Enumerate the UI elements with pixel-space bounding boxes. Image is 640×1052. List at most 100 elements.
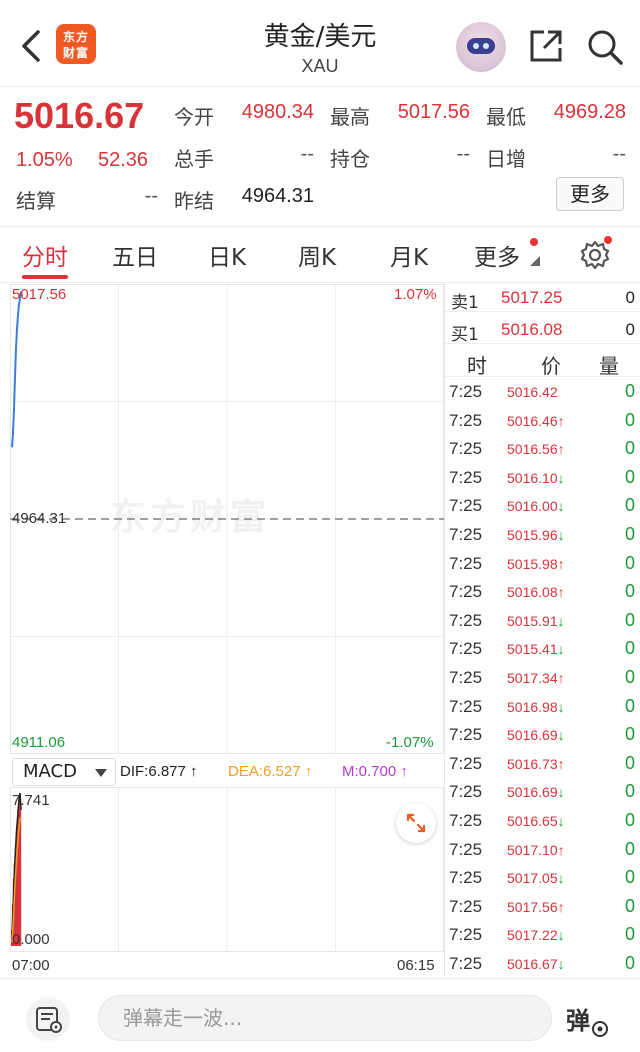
trade-row: 7:25 5017.56↑ 0	[445, 893, 640, 922]
quote-divider	[0, 226, 640, 227]
trade-volume: 0	[624, 495, 635, 516]
trade-row: 7:25 5015.98↑ 0	[445, 550, 640, 579]
trade-time: 7:25	[449, 696, 483, 716]
high-value: 5017.56	[397, 101, 470, 123]
ask-volume: 0	[625, 288, 635, 307]
trade-row: 7:25 5016.67↓ 0	[445, 950, 640, 979]
tab-daily-k[interactable]: 日K	[208, 238, 246, 272]
search-button[interactable]	[586, 28, 624, 66]
trade-time: 7:25	[449, 896, 483, 916]
trade-price: 5017.56↑	[507, 898, 565, 915]
active-tab-underline	[22, 275, 68, 279]
trade-price: 5016.67↓	[507, 956, 565, 972]
expand-chart-button[interactable]	[396, 803, 436, 843]
trade-volume: 0	[624, 638, 635, 659]
search-icon	[588, 30, 623, 65]
tab-weekly-k[interactable]: 周K	[298, 238, 336, 272]
trade-volume: 0	[624, 724, 635, 745]
trade-time: 7:25	[449, 553, 483, 573]
bid-row: 买1 5016.08 0	[445, 316, 640, 345]
robot-face	[467, 38, 495, 54]
trade-volume: 0	[624, 524, 635, 544]
macd-y-max-label: 7.741	[12, 792, 50, 809]
tab-five-day[interactable]: 五日	[112, 238, 158, 272]
macd-chart[interactable]	[10, 787, 444, 952]
trade-row: 7:25 5016.73↑ 0	[445, 750, 640, 779]
trade-volume: 0	[624, 810, 635, 830]
prev-settle-value: 4964.31	[241, 185, 314, 207]
trade-time: 7:25	[449, 382, 483, 401]
macd-bar	[20, 810, 22, 946]
share-icon	[530, 30, 562, 62]
bottom-comment-bar: 弹幕走一波... 弹	[0, 978, 640, 1052]
tab-intraday[interactable]: 分时	[22, 238, 68, 272]
trade-price: 5016.46↑	[507, 412, 565, 429]
trade-row: 7:25 5017.05↓ 0	[445, 864, 640, 893]
down-arrow-icon: ↓	[557, 870, 565, 887]
danmu-toggle-button[interactable]: 弹	[560, 997, 610, 1041]
trade-row: 7:25 5016.42 0	[445, 378, 640, 407]
price-line	[11, 291, 23, 448]
macd-y-min-label: 0.000	[12, 931, 50, 948]
volume-value: --	[300, 143, 314, 165]
danmu-button-label: 弹	[566, 1007, 590, 1035]
trade-volume: 0	[624, 581, 635, 602]
pct-axis-min-label: -1.07%	[386, 734, 434, 751]
trade-row: 7:25 5016.65↓ 0	[445, 807, 640, 836]
trade-row: 7:25 5015.41↓ 0	[445, 635, 640, 664]
macd-dif-value: DIF:6.877 ↑	[120, 763, 198, 780]
trade-time: 7:25	[449, 868, 483, 888]
indicator-select[interactable]: MACD	[12, 758, 116, 786]
order-book-panel: 卖1 5017.25 0 买1 5016.08 0 时 价 量 7:25 5016…	[444, 284, 640, 976]
intraday-price-chart[interactable]	[10, 284, 444, 754]
x-axis-end-label: 06:15	[397, 957, 435, 974]
trade-price: 5015.96↓	[507, 527, 565, 543]
trade-row: 7:25 5016.98↓ 0	[445, 693, 640, 722]
price-point	[18, 304, 20, 306]
trade-time: 7:25	[449, 639, 483, 659]
settle-value: --	[144, 185, 158, 207]
top-header: 东方 财富 黄金/美元 XAU	[0, 0, 640, 86]
chart-settings-button[interactable]	[578, 236, 612, 272]
trade-price: 5015.41↓	[507, 641, 565, 658]
trade-price: 5017.10↑	[507, 841, 565, 858]
tab-monthly-k[interactable]: 月K	[390, 238, 428, 272]
y-axis-max-label: 5017.56	[12, 286, 67, 303]
trades-header-divider	[445, 376, 640, 377]
prev-settle-label: 昨结	[174, 189, 214, 213]
low-value: 4969.28	[553, 101, 626, 123]
price-point	[17, 314, 19, 316]
trade-time: 7:25	[449, 954, 483, 973]
share-button[interactable]	[528, 28, 564, 64]
volume-label: 总手	[174, 147, 214, 171]
trade-volume: 0	[624, 752, 635, 773]
trade-price: 5016.73↑	[507, 755, 565, 772]
daily-increase-value: --	[612, 143, 626, 165]
trade-price: 5016.65↓	[507, 813, 565, 829]
assistant-robot-icon[interactable]	[456, 22, 506, 72]
bid-price: 5016.08	[501, 320, 563, 339]
trade-volume: 0	[624, 438, 635, 459]
bid-label: 买1	[451, 325, 479, 345]
trades-volume-header: 量	[599, 354, 619, 378]
tab-more[interactable]: 更多	[474, 238, 520, 272]
daily-increase-label: 日增	[486, 147, 526, 171]
quote-more-button[interactable]: 更多	[556, 177, 624, 211]
trade-price: 5016.00↓	[507, 498, 565, 515]
tabs-divider	[0, 282, 640, 283]
trade-price: 5016.98↓	[507, 698, 565, 715]
macd-grid	[10, 787, 444, 952]
ask-price: 5017.25	[501, 288, 563, 307]
quote-panel: 5016.67 1.05% 52.36 今开 4980.34 最高 5017.5…	[0, 87, 640, 227]
down-arrow-icon: ↓	[557, 469, 565, 486]
trade-time: 7:25	[449, 439, 483, 459]
danmu-input[interactable]: 弹幕走一波...	[98, 995, 552, 1041]
trade-volume: 0	[624, 466, 635, 487]
trade-volume: 0	[624, 838, 635, 859]
notes-button[interactable]	[26, 997, 70, 1041]
x-axis-start-label: 07:00	[12, 957, 50, 974]
up-arrow-icon: ↑	[557, 755, 565, 772]
bid-volume: 0	[625, 320, 635, 339]
trade-price: 5017.05↓	[507, 870, 565, 887]
down-arrow-icon: ↓	[557, 956, 565, 972]
